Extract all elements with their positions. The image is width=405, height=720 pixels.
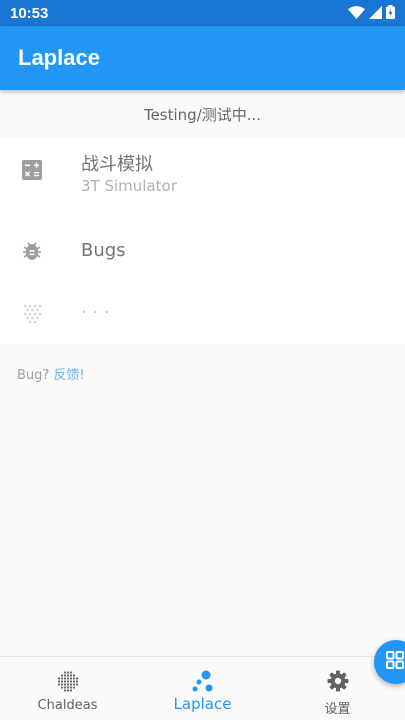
dots-grid-icon <box>20 301 44 325</box>
list-item-more[interactable]: · · · <box>0 283 405 343</box>
chaldeas-icon <box>56 669 80 693</box>
battery-icon <box>386 4 395 23</box>
nav-item-chaldeas[interactable]: Chaldeas <box>0 657 135 720</box>
list-item-title: · · · <box>81 302 110 323</box>
laplace-icon <box>191 669 215 693</box>
feedback-text: Bug? 反馈! <box>17 364 85 383</box>
feedback-link[interactable]: 反馈! <box>53 368 84 383</box>
wifi-icon <box>348 4 365 23</box>
nav-label: 设置 <box>324 702 351 717</box>
list-item-title: Bugs <box>81 240 126 261</box>
nav-item-laplace[interactable]: Laplace <box>135 657 270 720</box>
testing-banner: Testing/测试中... <box>143 105 262 124</box>
bug-icon <box>20 239 44 263</box>
app-title: Laplace <box>18 45 100 70</box>
list-item-title: 战斗模拟 <box>81 154 153 175</box>
nav-label: Laplace <box>173 695 232 713</box>
status-time: 10:53 <box>10 4 49 22</box>
bottom-nav: Chaldeas Laplace 设置 <box>0 656 405 720</box>
signal-icon <box>369 4 382 23</box>
app-bar: Laplace <box>0 26 405 90</box>
list-item-subtitle: 3T Simulator <box>81 177 177 195</box>
list-item-bugs[interactable]: Bugs <box>0 221 405 281</box>
list-item-3t-simulator[interactable]: 战斗模拟 3T Simulator <box>0 138 405 202</box>
grid-icon <box>386 651 404 673</box>
nav-label: Chaldeas <box>37 698 98 713</box>
status-icons <box>348 4 395 23</box>
feature-list: 战斗模拟 3T Simulator Bugs · · · <box>0 138 405 344</box>
status-bar: 10:53 <box>0 0 405 26</box>
calculator-icon <box>20 158 44 182</box>
feedback-prefix: Bug? <box>17 368 54 383</box>
gear-icon <box>326 669 350 693</box>
